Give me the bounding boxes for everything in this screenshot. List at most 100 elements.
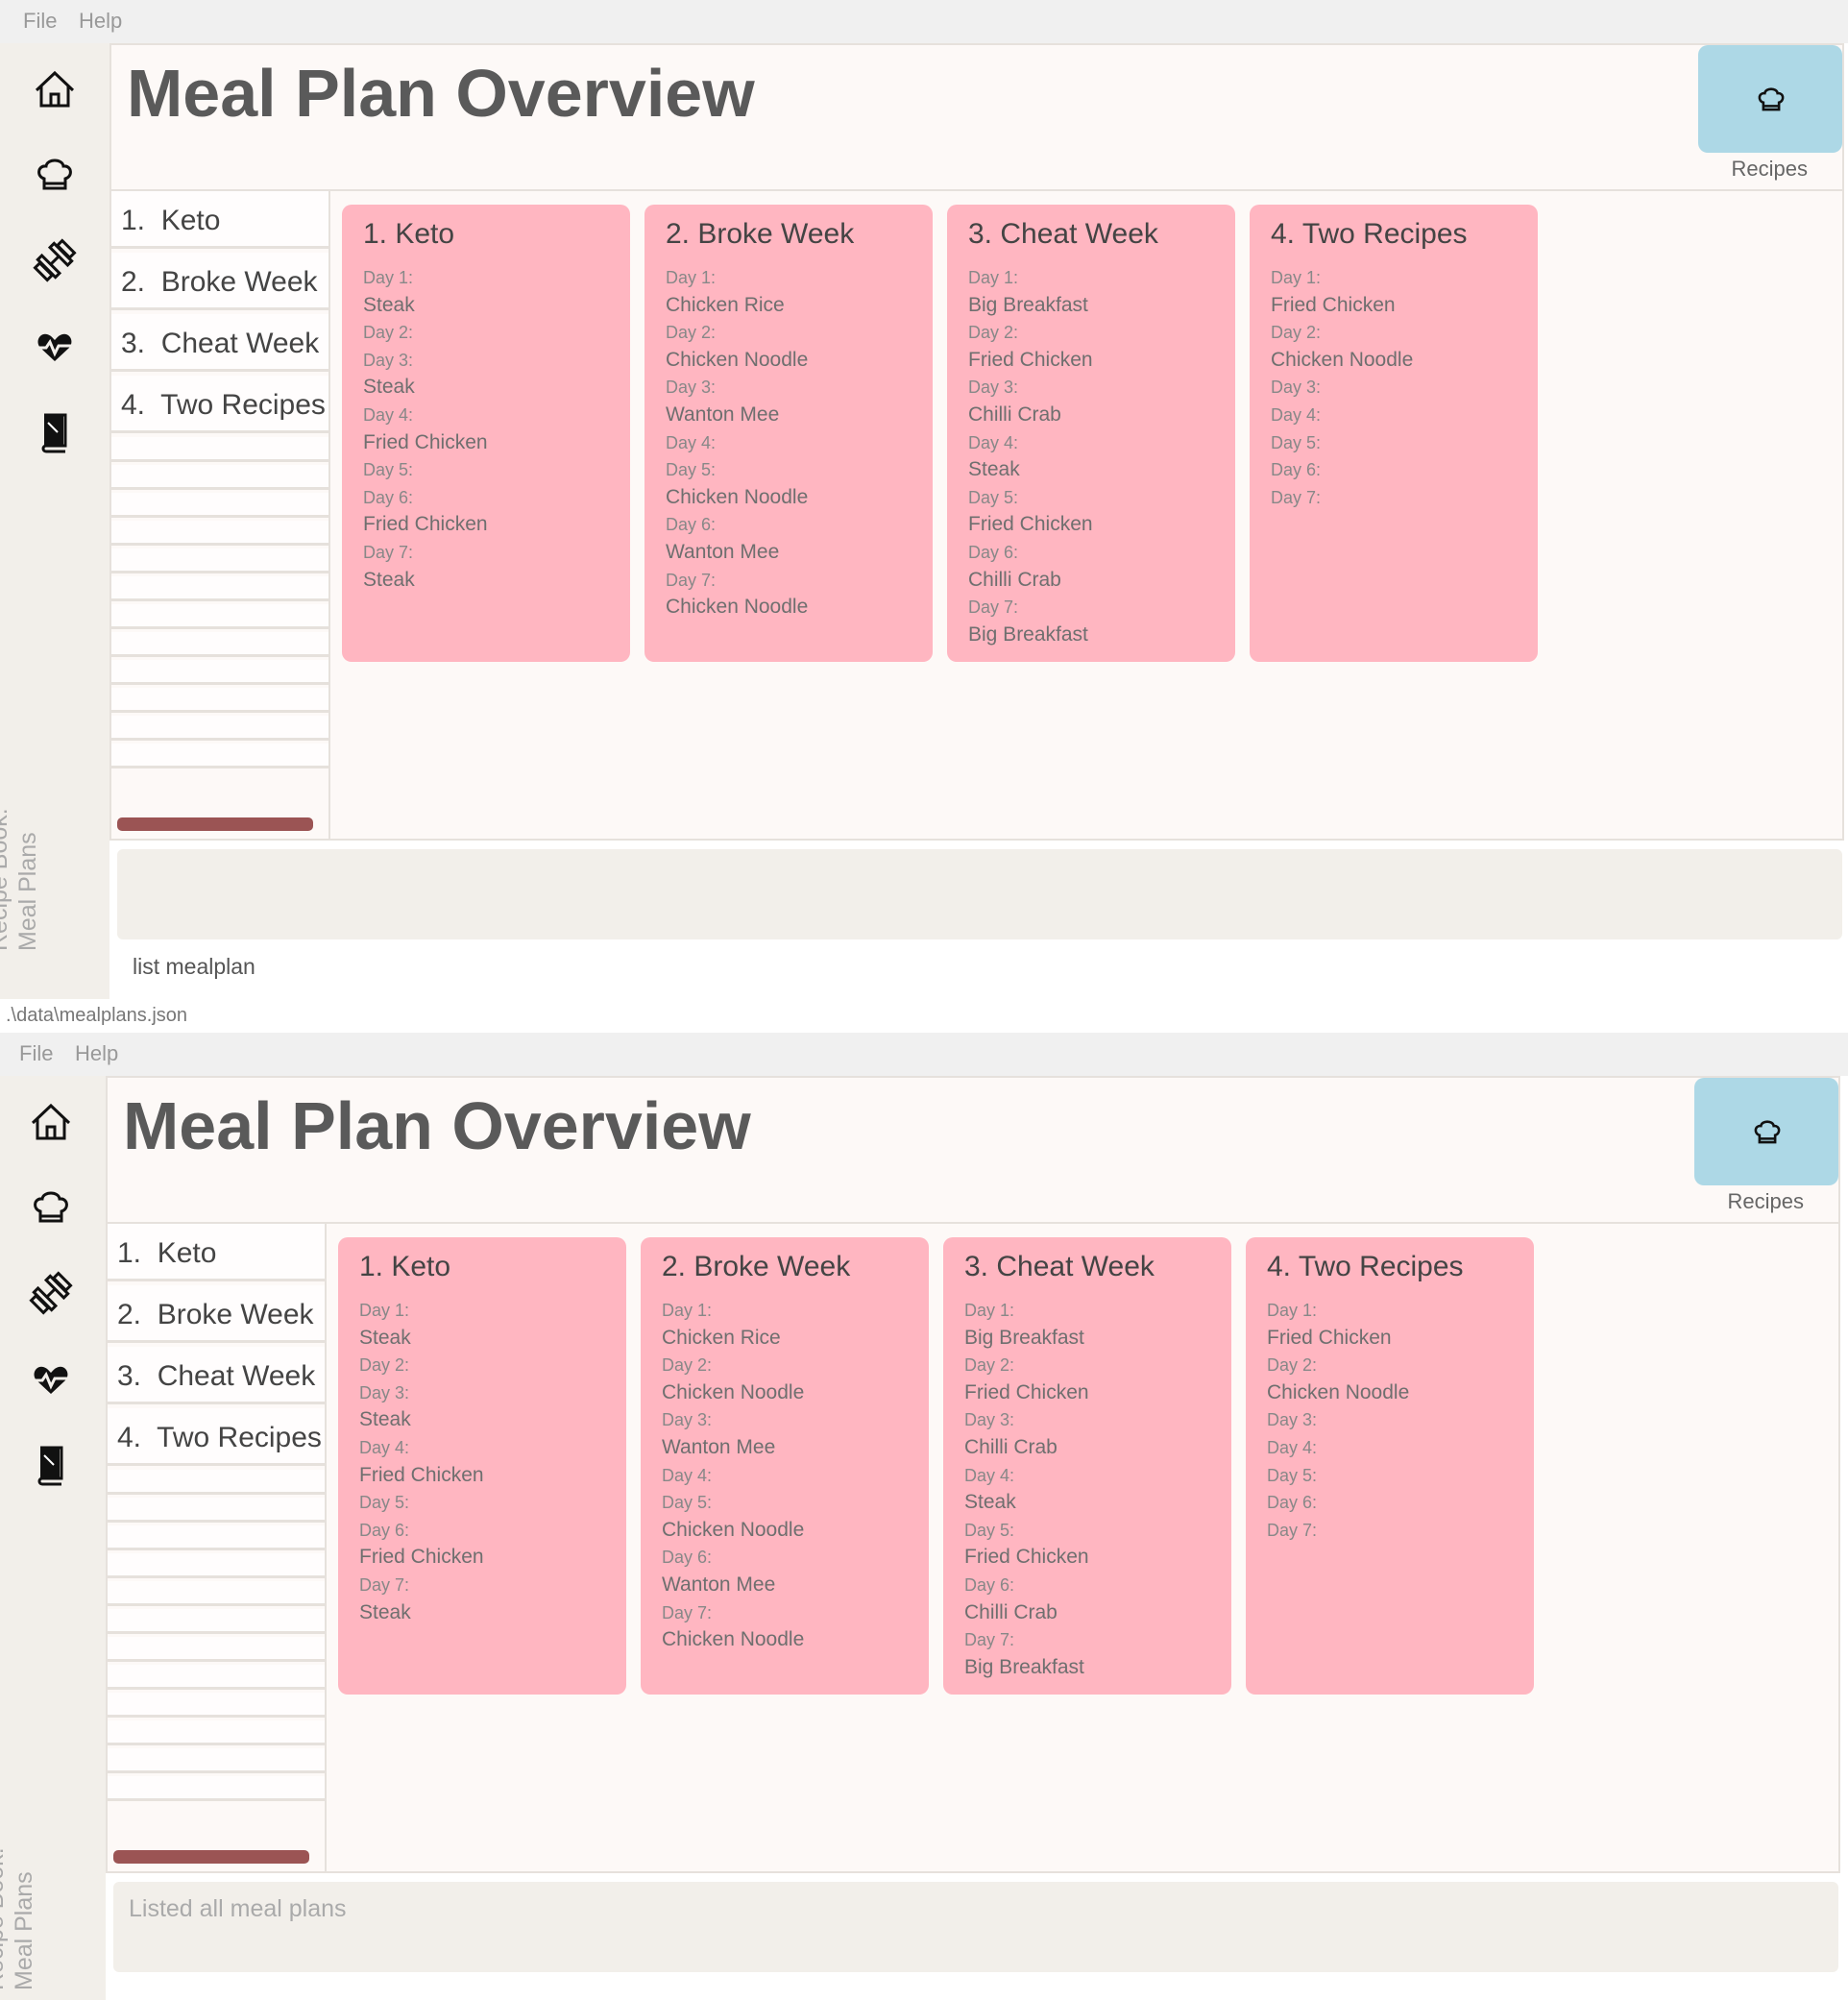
list-item[interactable]: 3. Cheat Week [111,314,328,372]
card-meal-name: Steak [363,293,415,316]
card-day-label: Day 3: [359,1382,410,1402]
sidebar: Recipe Book: Meal Plans [0,1076,106,2000]
card-day-label: Day 3: [666,378,717,398]
card-day-label: Day 1: [1271,268,1322,287]
menu-help[interactable]: Help [75,1041,118,1066]
dumbbell-icon[interactable] [33,238,77,282]
list-item[interactable]: 4. Two Recipes [108,1408,325,1466]
list-item[interactable]: 4. Two Recipes [111,376,328,433]
command-input[interactable]: list mealplan [133,954,255,980]
list-item[interactable]: 3. Cheat Week [108,1347,325,1404]
book-icon[interactable] [33,411,77,455]
recipes-button[interactable] [1698,45,1842,153]
meal-plan-card[interactable]: 2. Broke Week Day 1: Chicken Rice Day 2: Ch… [644,205,933,662]
heartbeat-icon[interactable] [33,325,77,369]
card-meal-name: Chilli Crab [968,568,1061,591]
sidebar-title: Recipe Book: Meal Plans [0,808,42,951]
empty-list-row [108,1553,325,1578]
status-bar-path: .\data\mealplans.json [6,1005,188,1026]
list-item[interactable]: 2. Broke Week [111,253,328,310]
card-meal-name: Chicken Noodle [666,596,809,619]
card-day-label: Day 7: [968,598,1019,618]
empty-list-row [108,1581,325,1606]
horizontal-scrollbar[interactable] [113,1850,309,1864]
card-meal-name: Big Breakfast [968,622,1088,646]
card-title: 3. Cheat Week [968,218,1158,250]
list-item[interactable]: 2. Broke Week [108,1285,325,1343]
card-day-label: Day 2: [964,1355,1015,1376]
card-lines: Day 1: Steak Day 2: Day 3: Steak Day 4: Fried … [363,264,609,594]
card-day-label: Day 3: [662,1410,713,1430]
divider [325,1224,327,1873]
menu-help[interactable]: Help [79,9,122,34]
card-day-label: Day 6: [968,542,1019,562]
book-icon[interactable] [29,1444,73,1488]
list-item[interactable]: 1. Keto [111,191,328,249]
card-day-label: Day 3: [1271,378,1322,398]
home-icon[interactable] [29,1100,73,1144]
card-day-label: Day 1: [968,268,1019,287]
menu-bar: File Help [0,1033,1848,1076]
card-lines: Day 1: Fried Chicken Day 2: Chicken Noodle D… [1271,264,1517,511]
main-panel: Meal Plan Overview Recipes 1. Keto 2. Br… [109,43,1844,841]
recipes-button[interactable] [1694,1078,1838,1185]
card-day-label: Day 6: [666,515,717,535]
meal-plan-card[interactable]: 4. Two Recipes Day 1: Fried Chicken Day 2:… [1246,1237,1534,1695]
empty-list-row [108,1693,325,1718]
card-meal-name: Fried Chicken [363,430,488,453]
card-meal-name: Fried Chicken [1271,293,1396,316]
card-meal-name: Fried Chicken [968,348,1093,371]
meal-plan-card[interactable]: 2. Broke Week Day 1: Chicken Rice Day 2: Ch… [641,1237,929,1695]
recipes-label: Recipes [1727,1189,1804,1213]
chef-hat-icon[interactable] [33,152,77,196]
card-day-label: Day 2: [1267,1355,1318,1376]
empty-list-row [108,1470,325,1495]
card-meal-name: Fried Chicken [359,1463,484,1486]
dumbbell-icon[interactable] [29,1271,73,1315]
card-meal-name: Chicken Noodle [666,348,809,371]
card-day-label: Day 4: [662,1465,713,1485]
card-day-label: Day 4: [968,432,1019,452]
horizontal-scrollbar[interactable] [117,817,313,831]
card-lines: Day 1: Big Breakfast Day 2: Fried Chicken Da… [968,264,1214,648]
home-icon[interactable] [33,67,77,111]
meal-plan-card[interactable]: 4. Two Recipes Day 1: Fried Chicken Day 2:… [1250,205,1538,662]
empty-list-row [111,521,328,546]
card-meal-name: Chicken Noodle [1271,348,1414,371]
card-day-label: Day 4: [964,1465,1015,1485]
chef-hat-icon[interactable] [29,1184,73,1229]
heartbeat-icon[interactable] [29,1357,73,1402]
card-meal-name: Fried Chicken [968,513,1093,536]
list-item[interactable]: 1. Keto [108,1224,325,1281]
card-title: 2. Broke Week [662,1251,851,1282]
card-meal-name: Steak [359,1408,411,1431]
card-day-label: Day 6: [1271,460,1322,480]
empty-list-row [111,465,328,490]
meal-plan-list[interactable]: 1. Keto 2. Broke Week 3. Cheat Week 4. T… [111,191,328,841]
card-day-label: Day 6: [662,1548,713,1568]
meal-plan-card[interactable]: 3. Cheat Week Day 1: Big Breakfast Day 2: F… [947,205,1235,662]
meal-plan-card[interactable]: 1. Keto Day 1: Steak Day 2: Day 3: Steak Day … [342,205,630,662]
card-meal-name: Wanton Mee [666,402,780,426]
card-meal-name: Fried Chicken [964,1546,1089,1569]
card-meal-name: Wanton Mee [662,1435,776,1458]
card-day-label: Day 7: [964,1630,1015,1650]
card-meal-name: Steak [964,1491,1016,1514]
card-day-label: Day 7: [1267,1520,1318,1540]
card-meal-name: Fried Chicken [363,513,488,536]
empty-list-row [108,1748,325,1773]
card-meal-name: Steak [359,1326,411,1349]
card-day-label: Day 4: [1271,404,1322,425]
menu-file[interactable]: File [23,9,57,34]
card-day-label: Day 4: [1267,1437,1318,1457]
result-display [117,849,1842,939]
card-day-label: Day 7: [662,1602,713,1622]
card-day-label: Day 3: [363,350,414,370]
meal-plan-card[interactable]: 3. Cheat Week Day 1: Big Breakfast Day 2: F… [943,1237,1231,1695]
card-meal-name: Fried Chicken [964,1380,1089,1403]
page-title: Meal Plan Overview [123,1088,751,1163]
meal-plan-card[interactable]: 1. Keto Day 1: Steak Day 2: Day 3: Steak Day … [338,1237,626,1695]
meal-plan-list[interactable]: 1. Keto 2. Broke Week 3. Cheat Week 4. T… [108,1224,325,1873]
recipes-label: Recipes [1731,157,1808,181]
menu-file[interactable]: File [19,1041,53,1066]
